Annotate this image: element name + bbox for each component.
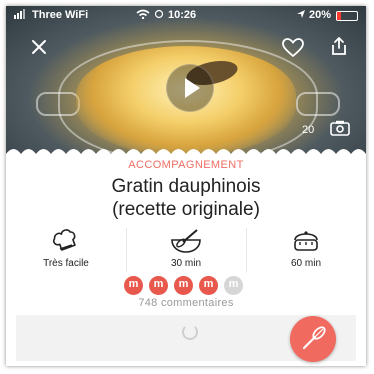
cook-mode-button[interactable] xyxy=(290,316,336,362)
recipe-hero-image[interactable]: Three WiFi 10:26 20% 20 xyxy=(6,6,366,154)
pot-icon xyxy=(294,231,318,251)
difficulty-label: Très facile xyxy=(43,258,89,269)
recipe-screen: Three WiFi 10:26 20% 20 ACCOMPAGNEMENT G… xyxy=(6,6,366,366)
play-button[interactable] xyxy=(166,64,214,112)
photo-count: 20 xyxy=(302,124,315,136)
chef-hat-icon xyxy=(53,229,76,251)
recipe-title-line1: Gratin dauphinois xyxy=(111,176,261,197)
loading-spinner-icon xyxy=(182,324,198,340)
rating-dot-filled: m xyxy=(174,276,193,295)
whisk-icon xyxy=(302,326,326,350)
signal-icon xyxy=(14,9,28,22)
sync-icon xyxy=(154,9,164,22)
battery-percent: 20% xyxy=(309,9,332,21)
status-bar: Three WiFi 10:26 20% xyxy=(6,6,366,24)
prep-time-stat: 30 min xyxy=(126,226,246,269)
location-icon xyxy=(296,9,306,22)
wifi-icon xyxy=(136,9,150,22)
recipe-title-line2: (recette originale) xyxy=(112,199,260,220)
camera-icon[interactable] xyxy=(330,120,350,141)
rating-dot-filled: m xyxy=(199,276,218,295)
cook-time-label: 60 min xyxy=(290,258,321,269)
recipe-category[interactable]: ACCOMPAGNEMENT xyxy=(6,159,366,171)
carrier-name: Three WiFi xyxy=(32,9,89,21)
rating-dot-filled: m xyxy=(124,276,143,295)
heart-icon[interactable] xyxy=(282,38,304,63)
comments-count[interactable]: 748 commentaires xyxy=(6,297,366,309)
rating-dot-empty: m xyxy=(224,276,243,295)
scalloped-edge xyxy=(6,149,366,158)
whisk-bowl-icon xyxy=(171,229,201,253)
clock-time: 10:26 xyxy=(168,9,197,21)
difficulty-stat: Très facile xyxy=(6,226,126,269)
rating-dot-filled: m xyxy=(149,276,168,295)
share-icon[interactable] xyxy=(330,36,348,61)
play-icon xyxy=(185,78,200,98)
prep-time-label: 30 min xyxy=(170,258,201,269)
close-icon[interactable] xyxy=(30,38,48,61)
cook-time-stat: 60 min xyxy=(246,226,366,269)
battery-icon xyxy=(336,11,358,21)
